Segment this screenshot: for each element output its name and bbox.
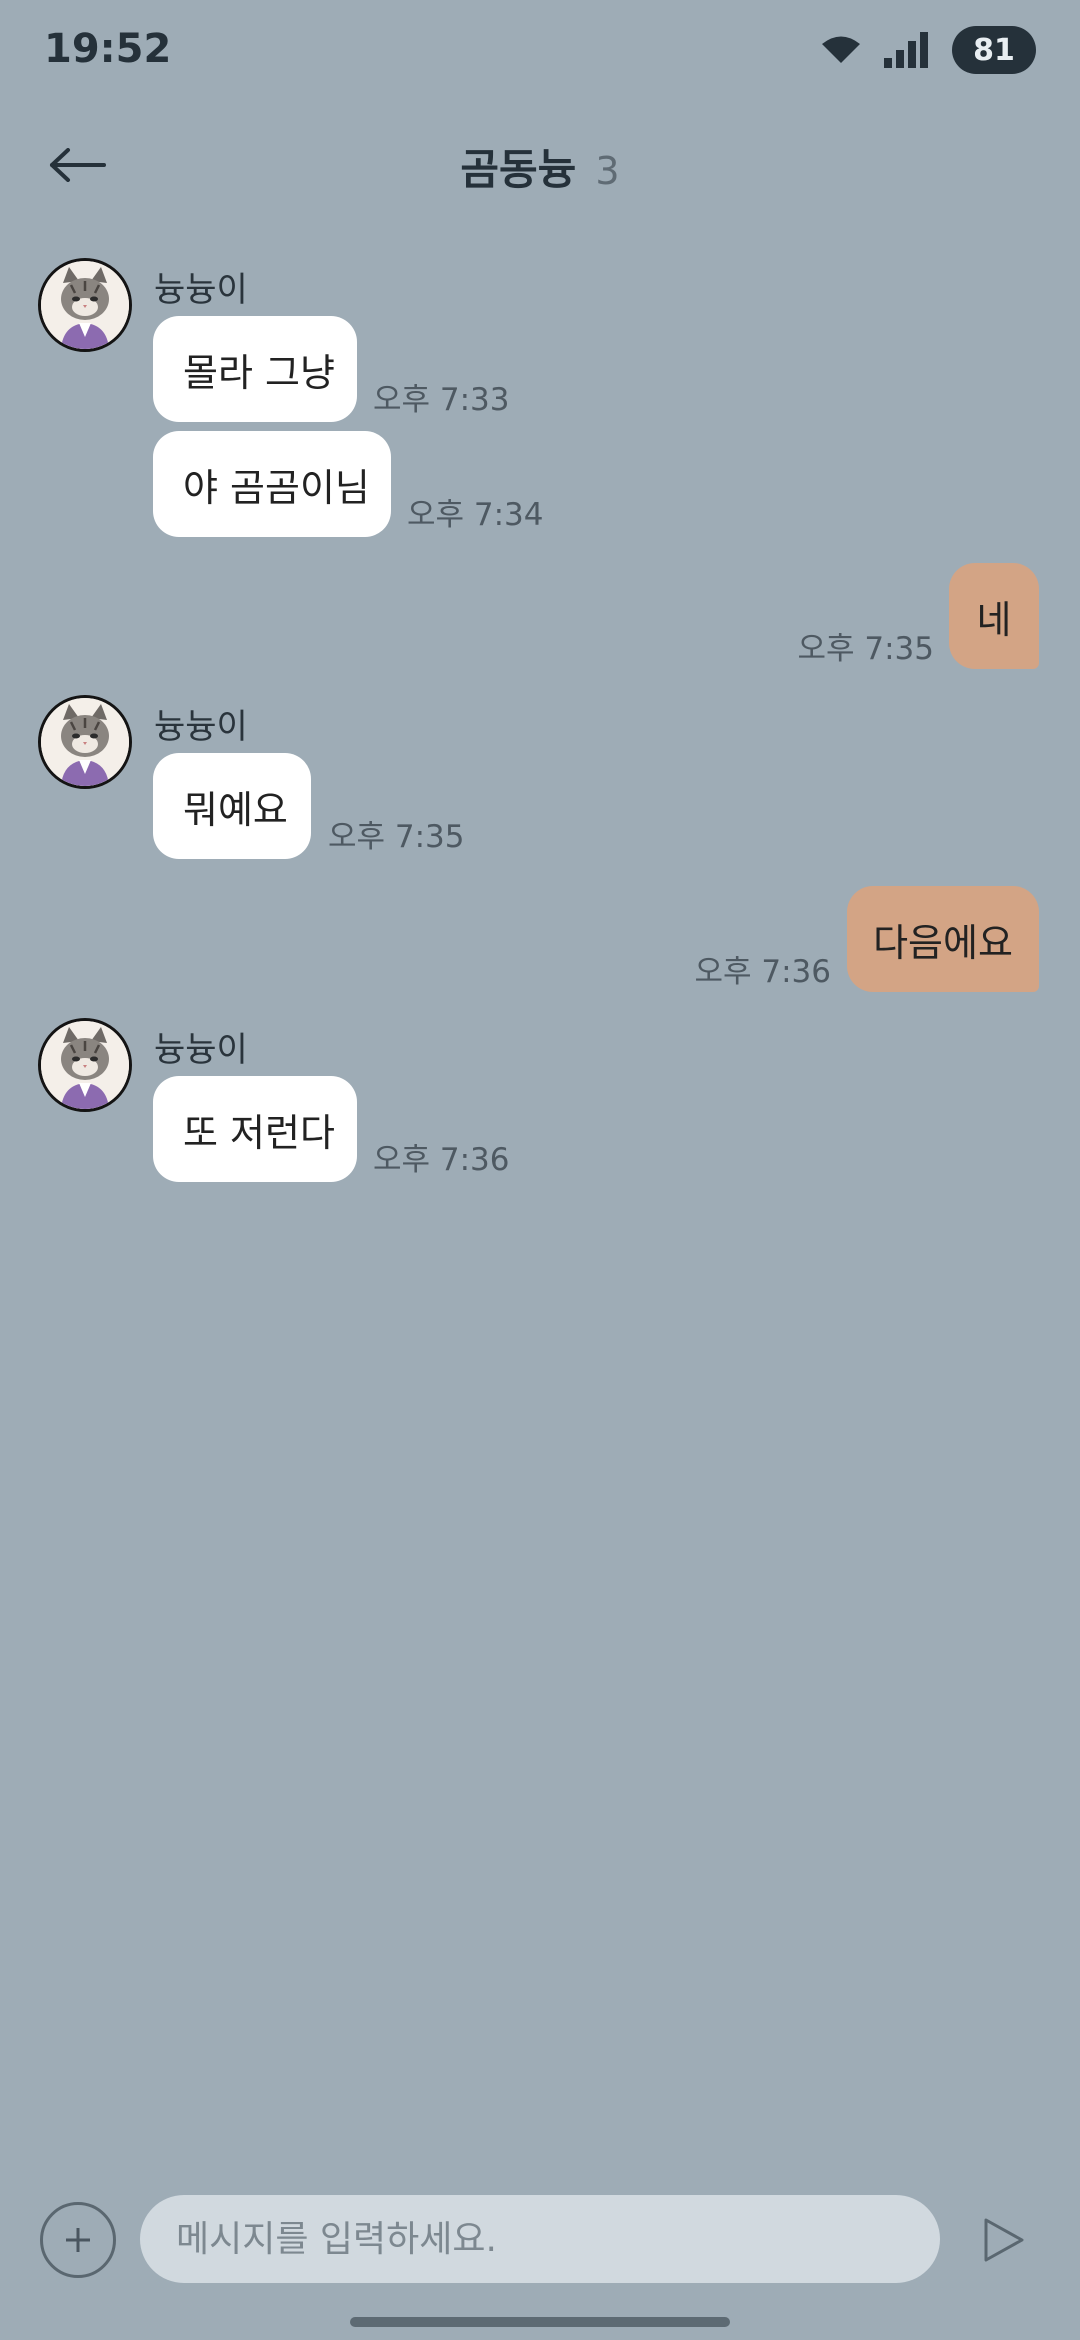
message-time: 오후 7:35	[328, 819, 465, 855]
plus-icon	[66, 2228, 90, 2252]
message-group-4: 오후 7:36 다음에요	[0, 886, 1080, 996]
signal-icon	[884, 32, 928, 68]
message-bubble[interactable]: 뭐예요	[153, 753, 311, 859]
member-count: 3	[595, 149, 620, 193]
chat-title-area: 곰동늉 3	[0, 136, 1080, 197]
message-group-3: 늉늉이 뭐예요 오후 7:35	[0, 695, 1080, 865]
chat-header: 곰동늉 3	[0, 110, 1080, 220]
message-time: 오후 7:36	[694, 954, 831, 990]
sender-name: 늉늉이	[154, 1030, 248, 1070]
status-icons: 81	[820, 26, 1036, 74]
wifi-icon	[822, 36, 860, 63]
status-time: 19:52	[44, 26, 172, 72]
message-bubble-mine[interactable]: 다음에요	[847, 886, 1039, 992]
chat-title: 곰동늉	[460, 145, 577, 194]
message-group-1: 늉늉이 몰라 그냥 오후 7:33 야 곰곰이님 오후 7:34	[0, 258, 1080, 538]
status-bar: 19:52 81	[0, 0, 1080, 100]
send-button[interactable]	[974, 2210, 1034, 2270]
message-time: 오후 7:33	[373, 382, 510, 418]
message-bubble[interactable]: 몰라 그냥	[153, 316, 357, 422]
message-group-5: 늉늉이 또 저런다 오후 7:36	[0, 1018, 1080, 1188]
battery-indicator: 81	[952, 26, 1036, 74]
message-group-2: 오후 7:35 네	[0, 563, 1080, 673]
message-time: 오후 7:34	[407, 497, 544, 533]
message-bubble[interactable]: 야 곰곰이님	[153, 431, 391, 537]
sender-name: 늉늉이	[154, 707, 248, 747]
message-time: 오후 7:35	[797, 631, 934, 667]
cat-avatar-icon[interactable]	[38, 1018, 132, 1112]
message-time: 오후 7:36	[373, 1142, 510, 1178]
cat-avatar-icon[interactable]	[38, 695, 132, 789]
message-bubble[interactable]: 또 저런다	[153, 1076, 357, 1182]
message-input-bar	[0, 2190, 1080, 2300]
message-input[interactable]	[140, 2195, 940, 2283]
message-bubble-mine[interactable]: 네	[949, 563, 1039, 669]
home-indicator	[350, 2317, 730, 2327]
cat-avatar-icon[interactable]	[38, 258, 132, 352]
sender-name: 늉늉이	[154, 270, 248, 310]
attach-button[interactable]	[40, 2202, 116, 2278]
send-triangle-icon	[984, 2218, 1024, 2262]
